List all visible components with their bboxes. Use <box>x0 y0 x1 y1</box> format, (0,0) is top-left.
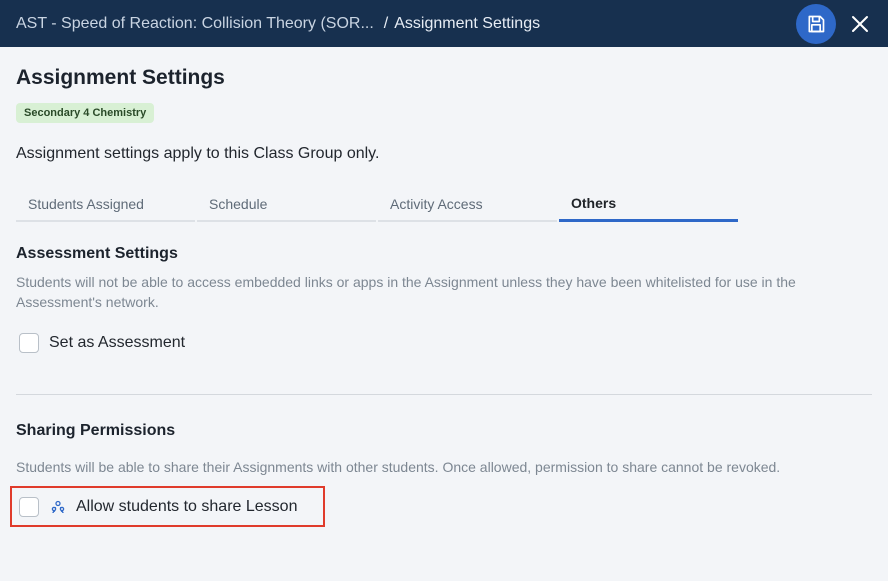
page-title: Assignment Settings <box>16 66 225 89</box>
set-as-assessment-row: Set as Assessment <box>16 332 872 354</box>
sharing-permissions-description: Students will be able to share their Ass… <box>16 459 781 475</box>
breadcrumb-separator: / <box>383 14 389 32</box>
assessment-settings-title: Assessment Settings <box>16 245 178 262</box>
top-bar-actions <box>796 4 872 44</box>
class-group-badge: Secondary 4 Chemistry <box>16 103 155 123</box>
section-divider <box>16 394 872 395</box>
tab-activity-access[interactable]: Activity Access <box>378 187 557 222</box>
tab-schedule[interactable]: Schedule <box>197 187 376 222</box>
close-icon <box>852 16 868 32</box>
breadcrumb-current-page: Assignment Settings <box>394 14 541 32</box>
settings-tabs: Students Assigned Schedule Activity Acce… <box>16 187 872 222</box>
share-people-icon <box>51 500 65 514</box>
allow-share-lesson-row: Allow students to share Lesson <box>10 486 325 527</box>
scope-note: Assignment settings apply to this Class … <box>16 145 380 162</box>
allow-share-lesson-checkbox[interactable] <box>19 496 39 517</box>
settings-content: Assignment Settings Secondary 4 Chemistr… <box>0 47 888 527</box>
tab-students-assigned[interactable]: Students Assigned <box>16 187 195 222</box>
top-bar: AST - Speed of Reaction: Collision Theor… <box>0 0 888 47</box>
sharing-permissions-title: Sharing Permissions <box>16 422 176 439</box>
breadcrumb: AST - Speed of Reaction: Collision Theor… <box>16 15 540 33</box>
allow-share-lesson-label[interactable]: Allow students to share Lesson <box>76 498 297 516</box>
set-as-assessment-checkbox[interactable] <box>19 333 39 353</box>
set-as-assessment-label[interactable]: Set as Assessment <box>49 334 185 352</box>
save-button[interactable] <box>796 4 836 44</box>
breadcrumb-lesson-title[interactable]: AST - Speed of Reaction: Collision Theor… <box>16 15 374 33</box>
floppy-disk-icon <box>808 15 825 33</box>
close-button[interactable] <box>848 12 872 36</box>
assessment-settings-description: Students will not be able to access embe… <box>16 274 796 310</box>
tab-others[interactable]: Others <box>559 187 738 222</box>
